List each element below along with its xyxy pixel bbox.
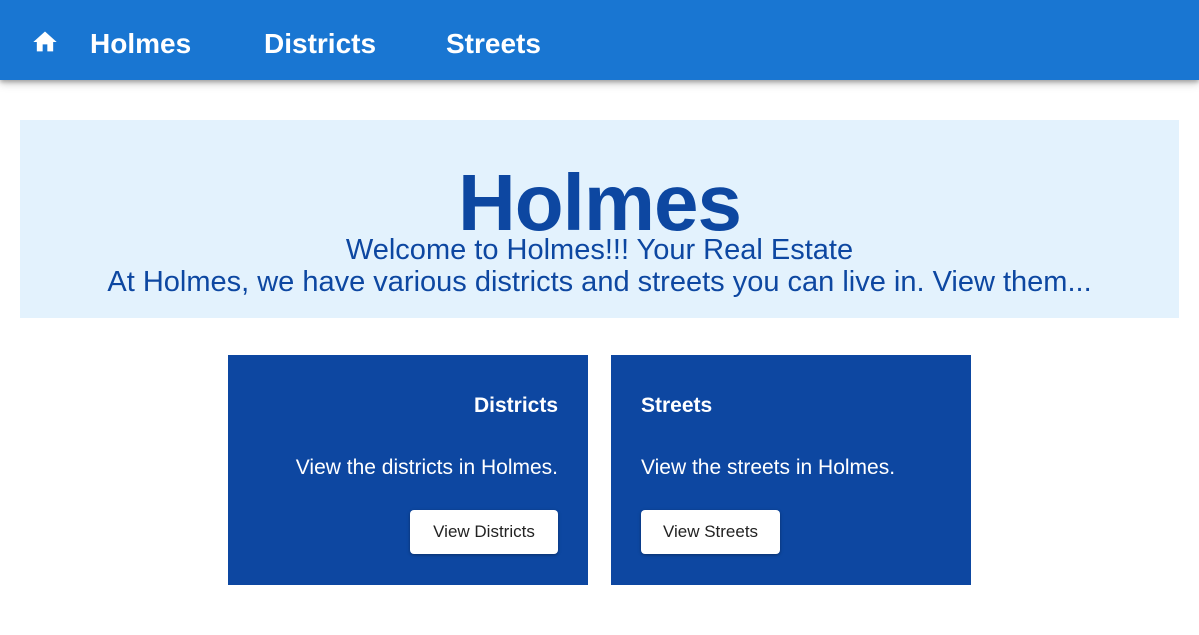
districts-card-title: Districts [473, 394, 558, 417]
nav-link-streets[interactable]: Streets [446, 24, 541, 64]
view-streets-button[interactable]: View Streets [641, 510, 780, 554]
districts-card-text: View the districts in Holmes. [295, 456, 558, 479]
districts-card: Districts View the districts in Holmes. … [228, 355, 588, 585]
hero-banner: Holmes Welcome to Holmes!!! Your Real Es… [20, 120, 1179, 318]
streets-card: Streets View the streets in Holmes. View… [611, 355, 971, 585]
app-bar: Holmes Districts Streets [0, 0, 1199, 80]
nav-link-districts[interactable]: Districts [264, 24, 376, 64]
home-icon[interactable] [31, 28, 59, 56]
nav-brand-link[interactable]: Holmes [90, 24, 191, 64]
view-districts-button[interactable]: View Districts [410, 510, 558, 554]
streets-card-title: Streets [641, 394, 713, 417]
streets-card-text: View the streets in Holmes. [641, 456, 896, 479]
hero-description: At Holmes, we have various districts and… [107, 266, 1092, 298]
hero-welcome-text: Welcome to Holmes!!! Your Real Estate [345, 234, 854, 266]
